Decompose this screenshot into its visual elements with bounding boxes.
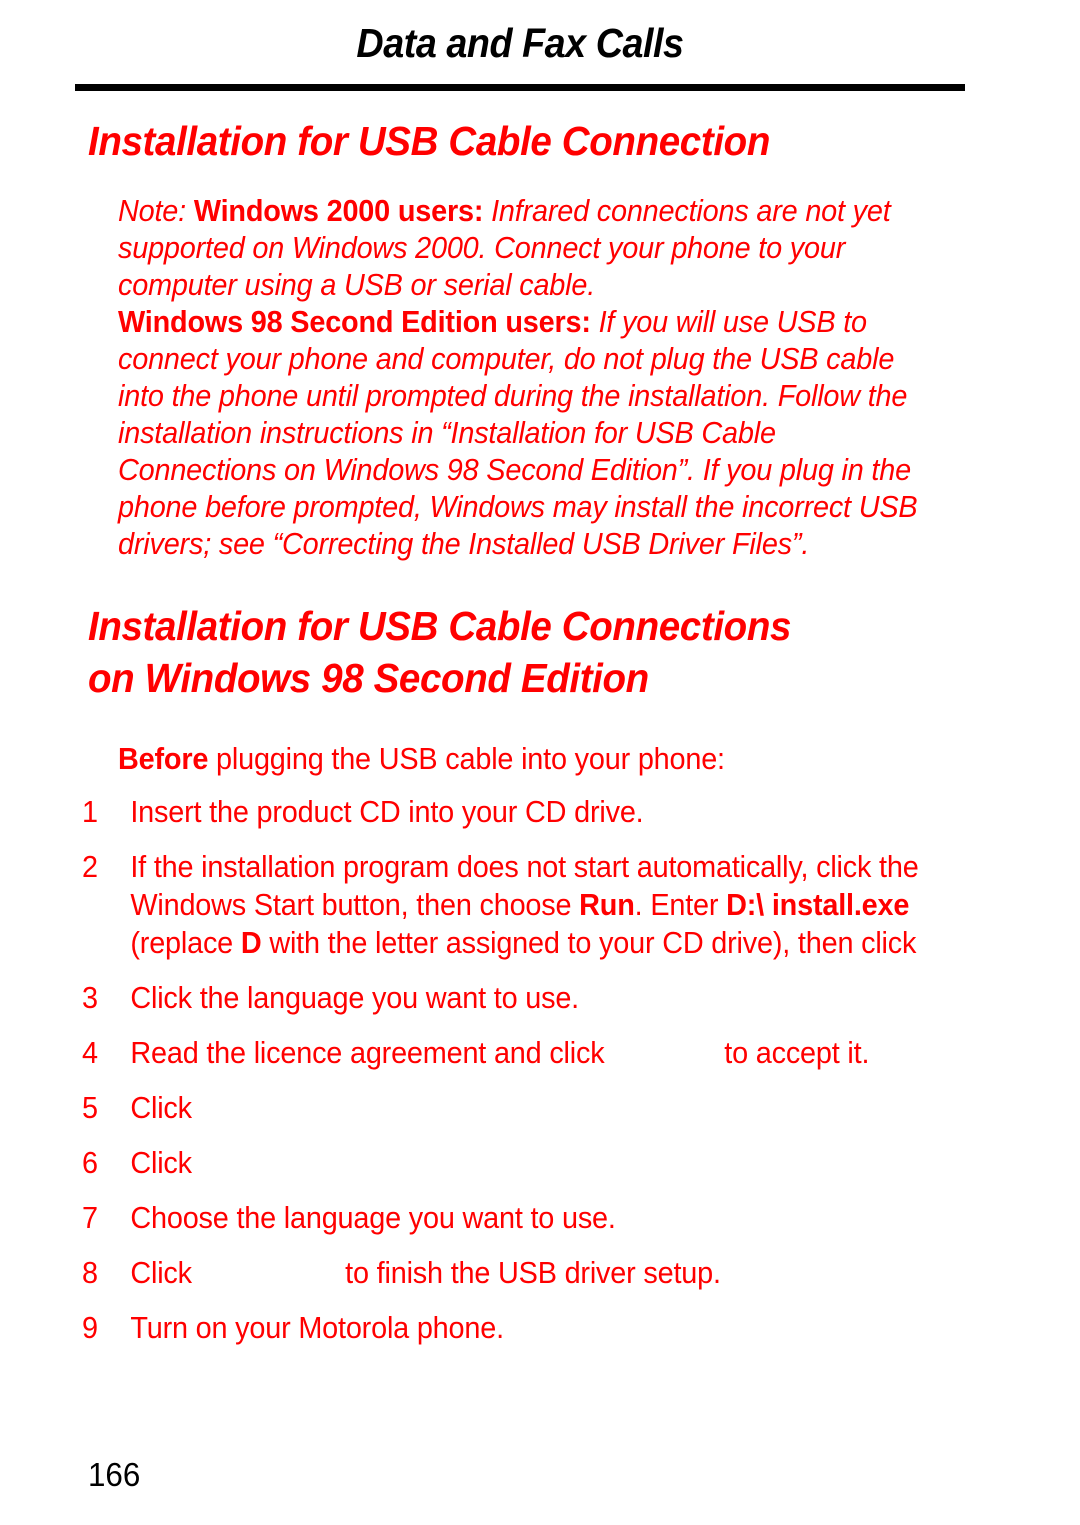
procedure-step-number: 3: [82, 980, 98, 1015]
procedure-step: 5 Click: [82, 1089, 956, 1127]
procedure-step-text: Click the language you want to use.: [130, 980, 580, 1015]
note-bold-windows-2000: Windows 2000 users:: [193, 193, 484, 228]
procedure-step-number: 2: [82, 849, 98, 884]
header-divider-rule: [75, 84, 965, 91]
note-lead-label: Note:: [118, 193, 186, 228]
note-bold-windows-98: Windows 98 Second Edition users:: [118, 304, 591, 339]
procedure-intro-bold: Before: [118, 741, 209, 776]
procedure-step-number: 5: [82, 1090, 98, 1125]
procedure-step-number: 4: [82, 1035, 98, 1070]
note-paragraph-windows-98: Windows 98 Second Edition users: If you …: [118, 303, 918, 562]
section-heading-line-2: on Windows 98 Second Edition: [88, 655, 649, 701]
note-block: Note: Windows 2000 users: Infrared conne…: [118, 192, 918, 562]
section-heading-usb-cable-connection: Installation for USB Cable Connection: [88, 118, 770, 164]
procedure-intro-rest: plugging the USB cable into your phone:: [208, 741, 725, 776]
procedure-step: 1 Insert the product CD into your CD driv…: [82, 793, 956, 831]
procedure-step-emphasis: D: [240, 925, 262, 960]
procedure-step-number: 8: [82, 1255, 98, 1290]
procedure-step-text: Choose the language you want to use.: [130, 1200, 616, 1235]
procedure-step-number: 7: [82, 1200, 98, 1235]
procedure-step-text: Read the licence agreement and click: [130, 1035, 613, 1070]
procedure-step-text: [764, 887, 772, 922]
procedure-step: 3 Click the language you want to use.: [82, 979, 956, 1017]
procedure-step: 9 Turn on your Motorola phone.: [82, 1309, 956, 1347]
note-body-windows-98: If you will use USB to connect your phon…: [118, 304, 918, 561]
procedure-step: 6 Click: [82, 1144, 956, 1182]
manual-page: Data and Fax Calls Installation for USB …: [0, 0, 1080, 1525]
procedure-step-number: 6: [82, 1145, 98, 1180]
procedure-step-text: (replace: [130, 925, 241, 960]
procedure-step: 2 If the installation program does not st…: [82, 848, 956, 962]
procedure-step-text: . Enter: [634, 887, 727, 922]
procedure-step-text: Insert the product CD into your CD drive…: [130, 794, 644, 829]
section-heading-line-1: Installation for USB Cable Connections: [88, 603, 792, 649]
note-spacer-1: [186, 193, 194, 228]
procedure-step-text: Click: [130, 1090, 192, 1125]
procedure-step-emphasis: Run: [579, 887, 635, 922]
procedure-step-emphasis: install.exe: [771, 887, 910, 922]
procedure-step: 7 Choose the language you want to use.: [82, 1199, 956, 1237]
running-head-title: Data and Fax Calls: [356, 20, 684, 66]
procedure-step-text: Turn on your Motorola phone.: [130, 1310, 504, 1345]
procedure-step-text: Click: [130, 1145, 192, 1180]
procedure-step-number: 1: [82, 794, 98, 829]
procedure-step-emphasis: D:\: [726, 887, 765, 922]
note-paragraph-windows-2000: Note: Windows 2000 users: Infrared conne…: [118, 192, 918, 303]
procedure-intro-line: Before plugging the USB cable into your …: [118, 740, 936, 778]
section-heading-usb-cable-connections-win98: Installation for USB Cable Connections o…: [88, 600, 934, 704]
procedure-step-text: Click: [130, 1255, 200, 1290]
procedure-step-text: to finish the USB driver setup.: [337, 1255, 721, 1290]
procedure-step-text: with the letter assigned to your CD driv…: [261, 925, 917, 960]
procedure-step: 4 Read the licence agreement and click to…: [82, 1034, 956, 1072]
procedure-step-number: 9: [82, 1310, 98, 1345]
page-number: 166: [88, 1456, 141, 1493]
inline-button-graphic-placeholder: [200, 1282, 338, 1283]
procedure-step-list: 1 Insert the product CD into your CD driv…: [82, 793, 1022, 1364]
inline-button-graphic-placeholder: [612, 1062, 716, 1063]
procedure-step-text: to accept it.: [716, 1035, 870, 1070]
procedure-step: 8 Click to finish the USB driver setup.: [82, 1254, 956, 1292]
